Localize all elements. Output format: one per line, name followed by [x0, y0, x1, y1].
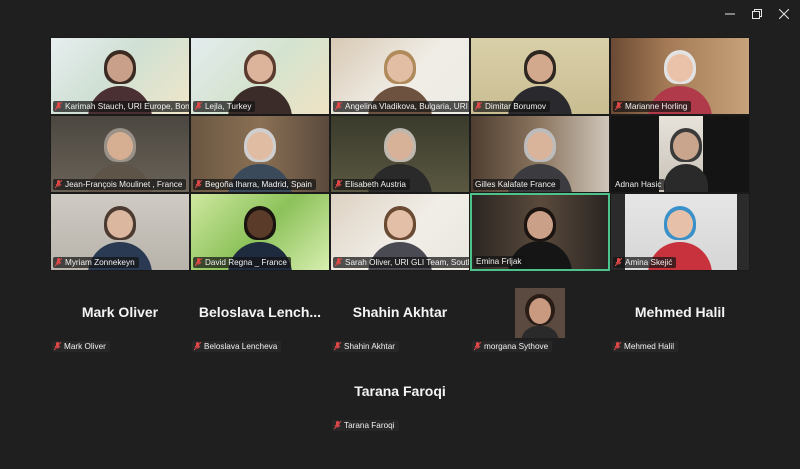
muted-mic-icon	[334, 257, 343, 267]
participant-name: David Regna _ France	[205, 258, 287, 267]
video-tile[interactable]: Marianne Horling	[610, 37, 750, 115]
restore-icon	[752, 9, 762, 19]
participant-name: Marianne Horling	[625, 102, 688, 111]
participant-nameplate: Beloslava Lencheva	[192, 341, 282, 352]
muted-mic-icon	[194, 179, 203, 189]
video-tile[interactable]: Jean-François Moulinet , France	[50, 115, 190, 193]
participant-nameplate: Amina Skejić	[613, 257, 677, 268]
participant-name: Amina Skejić	[625, 258, 673, 267]
participant-nameplate: David Regna _ France	[193, 257, 291, 268]
participant-display-name: Shahin Akhtar	[352, 304, 448, 320]
audio-tile[interactable]: Shahin Akhtar Shahin Akhtar	[330, 280, 470, 358]
participant-nameplate: Tarana Faroqi	[332, 420, 399, 431]
muted-mic-icon	[333, 341, 342, 351]
audio-tile[interactable]: Beloslava Lench... Beloslava Lencheva	[190, 280, 330, 358]
participant-nameplate: Begoña Iharra, Madrid, Spain	[193, 179, 316, 190]
participant-nameplate: Dimitar Borumov	[473, 101, 550, 112]
participant-name: morgana Sythove	[484, 342, 549, 351]
video-tile[interactable]: Begoña Iharra, Madrid, Spain	[190, 115, 330, 193]
participant-name: Sarah Oliver, URI GLI Team, South ...	[345, 258, 470, 267]
participant-name: Mehmed Halil	[624, 342, 675, 351]
participant-display-name: Beloslava Lench...	[198, 304, 322, 320]
participant-display-name: Tarana Faroqi	[354, 383, 446, 399]
participant-nameplate: Myriam Zonnekeyn	[53, 257, 139, 268]
video-tile[interactable]: Angelina Vladikova, Bulgaria, URI	[330, 37, 470, 115]
muted-mic-icon	[614, 101, 623, 111]
participant-nameplate: Mehmed Halil	[612, 341, 679, 352]
video-tile[interactable]: Sarah Oliver, URI GLI Team, South ...	[330, 193, 470, 271]
video-tile[interactable]: Elisabeth Austria	[330, 115, 470, 193]
muted-mic-icon	[54, 257, 63, 267]
participant-nameplate: Emina Frljak	[474, 256, 526, 267]
participant-nameplate: Sarah Oliver, URI GLI Team, South ...	[333, 257, 470, 268]
muted-mic-icon	[193, 341, 202, 351]
minimize-icon	[725, 13, 735, 15]
minimize-button[interactable]	[720, 6, 740, 22]
video-tile[interactable]: Dimitar Borumov	[470, 37, 610, 115]
participant-name: Lejla, Turkey	[205, 102, 252, 111]
participant-nameplate: Angelina Vladikova, Bulgaria, URI	[333, 101, 469, 112]
participant-name: Dimitar Borumov	[485, 102, 546, 111]
video-row: Myriam Zonnekeyn David Regna _ France Sa…	[50, 193, 750, 271]
avatar	[515, 288, 565, 338]
audio-tile[interactable]: Tarana Faroqi Tarana Faroqi	[330, 359, 470, 437]
muted-mic-icon	[194, 101, 203, 111]
participant-name: Adnan Hasic	[615, 180, 662, 189]
video-tile-active-speaker[interactable]: Emina Frljak	[470, 193, 610, 271]
participant-name: Gilles Kalafate France	[475, 180, 556, 189]
muted-mic-icon	[194, 257, 203, 267]
video-tile[interactable]: Gilles Kalafate France	[470, 115, 610, 193]
muted-mic-icon	[334, 179, 343, 189]
close-icon	[779, 9, 789, 19]
participant-nameplate: Elisabeth Austria	[333, 179, 410, 190]
video-row: Jean-François Moulinet , France Begoña I…	[50, 115, 750, 193]
participant-name: Jean-François Moulinet , France	[65, 180, 183, 189]
muted-mic-icon	[54, 179, 63, 189]
muted-mic-icon	[334, 101, 343, 111]
muted-mic-icon	[53, 341, 62, 351]
restore-button[interactable]	[747, 6, 767, 22]
video-tile[interactable]: Karimah Stauch, URI Europe, Bonn, G...	[50, 37, 190, 115]
video-tile[interactable]: David Regna _ France	[190, 193, 330, 271]
participant-name: Tarana Faroqi	[344, 421, 395, 430]
participant-nameplate: Gilles Kalafate France	[473, 179, 560, 190]
participant-nameplate: Jean-François Moulinet , France	[53, 179, 187, 190]
participant-name: Myriam Zonnekeyn	[65, 258, 135, 267]
participant-nameplate: Mark Oliver	[52, 341, 110, 352]
video-tile[interactable]: Adnan Hasic	[610, 115, 750, 193]
participant-name: Mark Oliver	[64, 342, 106, 351]
participant-name: Begoña Iharra, Madrid, Spain	[205, 180, 312, 189]
video-tile[interactable]: Amina Skejić	[610, 193, 750, 271]
participant-name: Angelina Vladikova, Bulgaria, URI	[345, 102, 468, 111]
video-tile[interactable]: Myriam Zonnekeyn	[50, 193, 190, 271]
participant-name: Karimah Stauch, URI Europe, Bonn, G...	[65, 102, 190, 111]
participant-nameplate: Adnan Hasic	[613, 179, 666, 190]
video-grid: Karimah Stauch, URI Europe, Bonn, G... L…	[50, 37, 750, 271]
audio-tile[interactable]: Mark Oliver Mark Oliver	[50, 280, 190, 358]
video-row: Karimah Stauch, URI Europe, Bonn, G... L…	[50, 37, 750, 115]
participant-name: Emina Frljak	[476, 257, 522, 266]
close-button[interactable]	[774, 6, 794, 22]
muted-mic-icon	[333, 420, 342, 430]
muted-mic-icon	[54, 101, 63, 111]
participant-name: Shahin Akhtar	[344, 342, 395, 351]
participant-nameplate: Karimah Stauch, URI Europe, Bonn, G...	[53, 101, 190, 112]
video-tile[interactable]: Lejla, Turkey	[190, 37, 330, 115]
participant-name: Elisabeth Austria	[345, 180, 406, 189]
muted-mic-icon	[474, 101, 483, 111]
participant-name: Beloslava Lencheva	[204, 342, 278, 351]
muted-mic-icon	[473, 341, 482, 351]
participant-nameplate: Lejla, Turkey	[193, 101, 256, 112]
participant-nameplate: Shahin Akhtar	[332, 341, 399, 352]
audio-tile[interactable]: Mehmed Halil Mehmed Halil	[610, 280, 750, 358]
participant-nameplate: morgana Sythove	[472, 341, 553, 352]
participant-nameplate: Marianne Horling	[613, 101, 692, 112]
muted-mic-icon	[614, 257, 623, 267]
participant-display-name: Mark Oliver	[81, 304, 159, 320]
muted-mic-icon	[613, 341, 622, 351]
participant-display-name: Mehmed Halil	[634, 304, 726, 320]
